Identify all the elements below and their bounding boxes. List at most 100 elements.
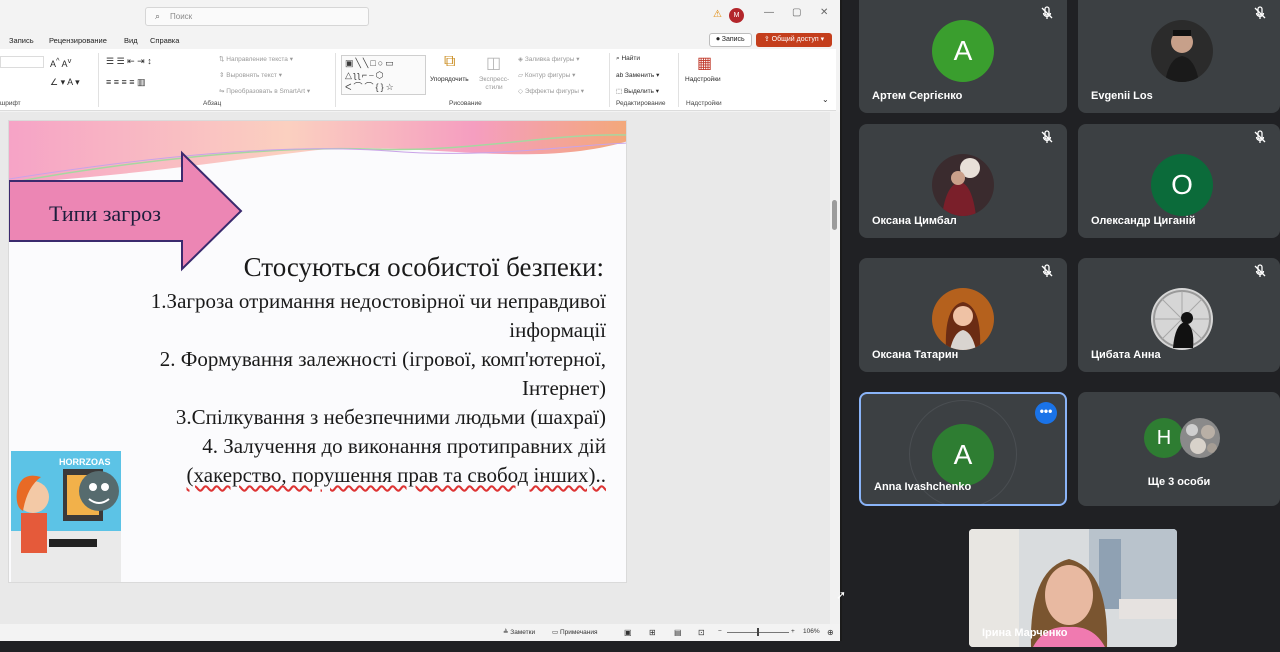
quick-styles-icon[interactable]: ◫	[486, 53, 501, 73]
comments-button[interactable]: ▭ Примечания	[552, 628, 597, 636]
mouse-cursor-icon: ➚	[836, 588, 847, 602]
zoom-in-icon[interactable]: +	[791, 628, 795, 635]
avatar-photo	[1180, 418, 1220, 458]
participant-tile[interactable]: Оксана Цимбал	[859, 124, 1067, 238]
quick-styles-button[interactable]: Экспресс-стили	[476, 76, 512, 92]
participant-tile[interactable]: Evgenii Los	[1078, 0, 1280, 113]
find-button[interactable]: ⌕ Найти	[616, 55, 640, 63]
restore-icon[interactable]: ▢	[792, 7, 801, 18]
participant-tile[interactable]: О Олександр Циганій	[1078, 124, 1280, 238]
reading-view-icon[interactable]: ▤	[674, 628, 682, 637]
find-label: Найти	[621, 55, 641, 62]
slide-heading: Стосуються особистої безпеки:	[243, 252, 604, 282]
more-dots-icon: •••	[1039, 404, 1053, 418]
minimize-icon[interactable]: —	[764, 7, 774, 18]
bullets-icon[interactable]: ☰ ☰ ⇤ ⇥ ↕	[106, 56, 152, 67]
menu-bar: Запись Рецензирование Вид Справка ⏺ Запи…	[0, 32, 840, 49]
participant-name: Evgenii Los	[1091, 90, 1153, 102]
search-icon: ⌕	[155, 11, 161, 21]
editing-group-label: Редактирование	[616, 100, 666, 107]
powerpoint-window: ⌕ Поиск ⚠ M — ▢ ✕ Запись Рецензирование …	[0, 0, 842, 641]
participant-tile[interactable]: А Артем Сергієнко	[859, 0, 1067, 113]
select-button[interactable]: ⬚ Выделить ▾	[616, 87, 659, 95]
mic-off-icon	[1041, 130, 1053, 143]
text-direction[interactable]: ⇅ Направление текста ▾	[219, 55, 293, 63]
zoom-level[interactable]: 106%	[803, 628, 820, 635]
addins-icon[interactable]: ▦	[697, 53, 712, 73]
replace-button[interactable]: ab Заменить ▾	[616, 71, 659, 79]
zoom-slider-thumb[interactable]	[757, 628, 759, 636]
hacker-clipart: HORRZOAS	[11, 451, 121, 582]
replace-label: Заменить	[625, 72, 655, 79]
share-icon: ⇪	[763, 36, 772, 43]
participant-tile[interactable]: Оксана Татарин	[859, 258, 1067, 372]
divider	[98, 53, 99, 107]
others-tile[interactable]: Н Ще 3 особи	[1078, 392, 1280, 506]
shapes-gallery[interactable]: ▣╲╲□○▭ △ʅʅ⌐⎯⬡ ᐸ⌒⌒{}☆	[341, 55, 426, 95]
share-button-label: Общий доступ	[771, 36, 819, 43]
avatar-photo	[1151, 288, 1213, 350]
participant-name: Артем Сергієнко	[872, 90, 963, 102]
addins-button[interactable]: Надстройки	[685, 76, 721, 83]
mic-off-icon	[1041, 6, 1053, 19]
menu-review[interactable]: Рецензирование	[49, 36, 107, 45]
slide-line: інформації	[509, 318, 606, 342]
sorter-view-icon[interactable]: ⊞	[649, 628, 656, 637]
shape-fill[interactable]: ◈ Заливка фигуры ▾	[518, 55, 580, 63]
self-view[interactable]: Ірина Марченко	[969, 529, 1177, 647]
menu-view[interactable]: Вид	[124, 36, 138, 45]
align-text[interactable]: ⇕ Выровнять текст ▾	[219, 71, 282, 79]
fit-slide-icon[interactable]: ⊕	[827, 628, 834, 637]
arrange-button[interactable]: Упорядочить	[430, 76, 469, 83]
participant-tile-active-speaker[interactable]: ••• A Anna Ivashchenko	[859, 392, 1067, 506]
share-button[interactable]: ⇪ Общий доступ ▾	[756, 33, 832, 47]
notes-label: Заметки	[510, 629, 536, 636]
align-icons[interactable]: ≡ ≡ ≡ ≡ ▥	[106, 77, 146, 88]
user-avatar[interactable]: M	[729, 8, 744, 23]
status-bar: ≜ Заметки ▭ Примечания ▣ ⊞ ▤ ⊡ − + 106% …	[0, 624, 840, 641]
avatar: А	[932, 20, 994, 82]
scroll-thumb[interactable]	[832, 200, 837, 230]
arrange-icon[interactable]: ⧉	[444, 53, 455, 71]
vertical-scrollbar[interactable]	[830, 112, 840, 624]
shape-outline[interactable]: ▱ Контур фигуры ▾	[518, 71, 575, 79]
font-grow-icon[interactable]: A^ Av	[50, 56, 71, 69]
search-box[interactable]: ⌕ Поиск	[145, 7, 369, 26]
participant-name: Anna Ivashchenko	[874, 481, 972, 493]
menu-help[interactable]: Справка	[150, 36, 179, 45]
shape-outline-label: Контур фигуры	[524, 72, 571, 79]
shape-effects[interactable]: ◇ Эффекты фигуры ▾	[518, 87, 584, 95]
clipart-caption: HORRZOAS	[59, 457, 111, 467]
divider	[609, 53, 610, 107]
normal-view-icon[interactable]: ▣	[624, 628, 632, 637]
participant-tile[interactable]: Цибата Анна	[1078, 258, 1280, 372]
record-button[interactable]: ⏺ Запись	[709, 33, 752, 47]
title-bar: ⌕ Поиск ⚠ M — ▢ ✕	[0, 0, 840, 32]
font-size-box[interactable]	[0, 56, 44, 68]
slide-line: 2. Формування залежності (ігрової, комп'…	[159, 347, 606, 371]
avatar-photo	[1151, 20, 1213, 82]
slideshow-icon[interactable]: ⊡	[698, 628, 705, 637]
drawing-group-label: Рисование	[449, 100, 482, 107]
notes-button[interactable]: ≜ Заметки	[503, 628, 535, 636]
close-icon[interactable]: ✕	[820, 7, 828, 18]
select-label: Выделить	[623, 88, 654, 95]
slide-line: 4. Залучення до виконання протиправних д…	[202, 434, 606, 458]
text-color-icon[interactable]: ∠ ▾ A ▾	[50, 77, 80, 88]
participant-name: Цибата Анна	[1091, 349, 1161, 361]
record-button-label: Запись	[721, 36, 745, 43]
arrow-label: Типи загроз	[49, 201, 161, 226]
more-options-button[interactable]: •••	[1035, 402, 1057, 424]
zoom-out-icon[interactable]: −	[718, 628, 722, 635]
collapse-ribbon-icon[interactable]: ⌄	[822, 95, 829, 104]
mic-off-icon	[1254, 264, 1266, 277]
paragraph-group-label: Абзац	[203, 100, 222, 107]
top-wave	[9, 121, 626, 183]
slide[interactable]: Типи загроз Стосуються особистої безпеки…	[8, 120, 627, 583]
convert-smartart[interactable]: ⇋ Преобразовать в SmartArt ▾	[219, 87, 310, 95]
align-text-label: Выровнять текст	[226, 72, 277, 79]
participant-name: Олександр Циганій	[1091, 215, 1196, 227]
search-placeholder: Поиск	[170, 12, 193, 21]
warning-icon[interactable]: ⚠	[713, 9, 722, 20]
menu-record[interactable]: Запись	[9, 36, 34, 45]
